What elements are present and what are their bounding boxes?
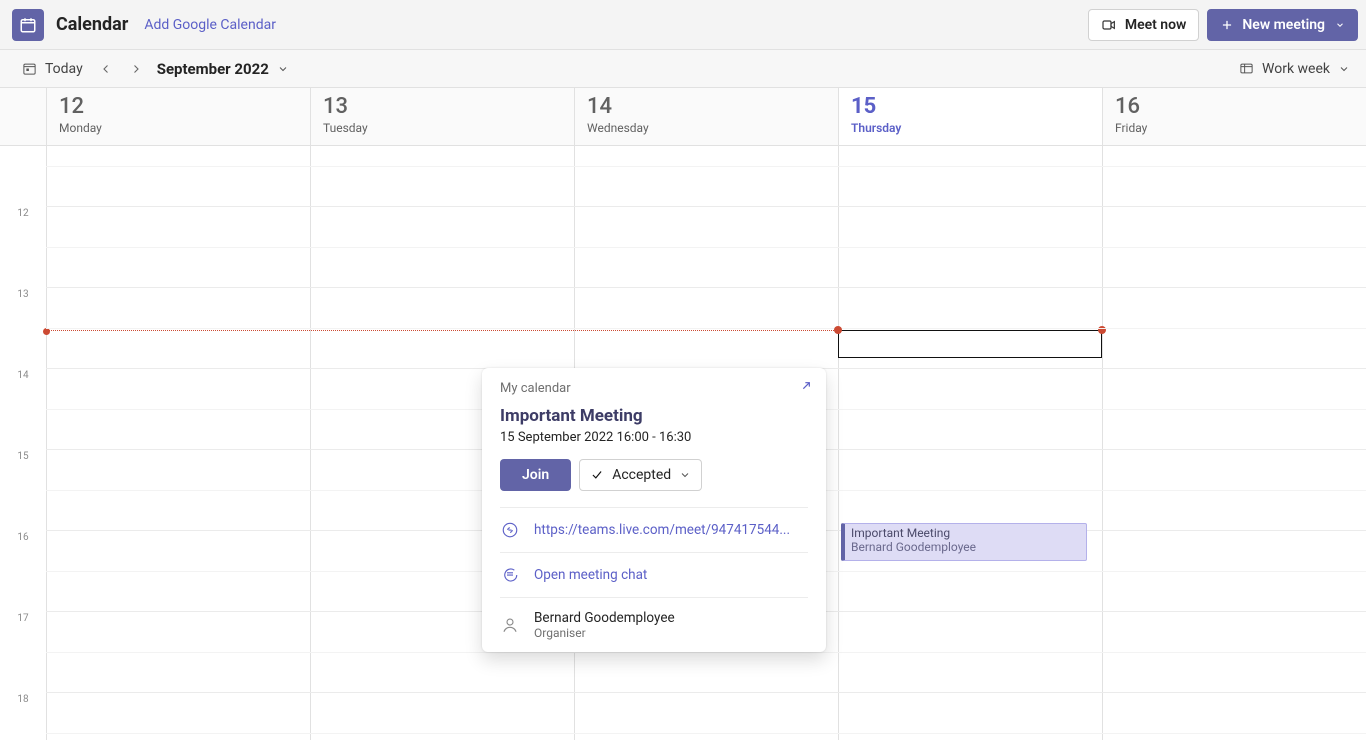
today-button[interactable]: Today	[22, 61, 83, 77]
chat-icon	[500, 565, 520, 585]
day-name: Thursday	[851, 121, 1102, 135]
day-number: 16	[1115, 94, 1366, 120]
open-chat-row[interactable]: Open meeting chat	[482, 553, 826, 597]
meet-now-label: Meet now	[1125, 17, 1187, 33]
new-meeting-button[interactable]: New meeting	[1207, 9, 1358, 41]
event-title: Important Meeting	[851, 526, 1080, 540]
view-label: Work week	[1262, 61, 1330, 77]
app-title: Calendar	[56, 14, 128, 35]
new-meeting-label: New meeting	[1242, 17, 1325, 33]
current-time-indicator	[46, 330, 838, 331]
month-picker[interactable]: September 2022	[157, 60, 289, 78]
rsvp-label: Accepted	[612, 467, 671, 483]
next-week-button[interactable]	[121, 54, 151, 84]
hour-label: 14	[0, 370, 46, 381]
calendar-app-icon	[12, 9, 44, 41]
day-headers: 12 Monday 13 Tuesday 14 Wednesday 15 Thu…	[0, 88, 1366, 146]
organiser-name: Bernard Goodemployee	[534, 610, 675, 626]
day-header[interactable]: 13 Tuesday	[310, 88, 574, 145]
rsvp-dropdown[interactable]: Accepted	[579, 459, 702, 491]
day-name: Monday	[59, 121, 310, 135]
chevron-down-icon	[277, 63, 289, 75]
day-number: 13	[323, 94, 574, 120]
day-number: 14	[587, 94, 838, 120]
hour-label: 17	[0, 613, 46, 624]
person-icon	[500, 615, 520, 635]
day-number: 15	[851, 94, 1102, 120]
today-label: Today	[45, 61, 83, 77]
day-header-today[interactable]: 15 Thursday	[838, 88, 1102, 145]
prev-week-button[interactable]	[91, 54, 121, 84]
event-calendar-name: My calendar	[500, 381, 571, 396]
month-label: September 2022	[157, 60, 269, 78]
meeting-link-row[interactable]: https://teams.live.com/meet/947417544...	[482, 508, 826, 552]
day-number: 12	[59, 94, 310, 120]
top-bar: Calendar Add Google Calendar Meet now Ne…	[0, 0, 1366, 50]
current-time-slot	[838, 330, 1102, 358]
hour-label: 13	[0, 289, 46, 300]
day-name: Tuesday	[323, 121, 574, 135]
calendar-today-icon	[22, 61, 37, 76]
event-organiser: Bernard Goodemployee	[851, 540, 1080, 554]
day-name: Wednesday	[587, 121, 838, 135]
check-icon	[590, 468, 604, 482]
hour-label: 18	[0, 694, 46, 705]
video-icon	[1101, 17, 1117, 33]
chevron-down-icon	[679, 469, 691, 481]
view-switcher[interactable]: Work week	[1239, 61, 1350, 77]
popover-when: 15 September 2022 16:00 - 16:30	[482, 430, 826, 459]
open-chat-label: Open meeting chat	[534, 567, 647, 583]
hour-label: 12	[0, 208, 46, 219]
organiser-role: Organiser	[534, 626, 675, 640]
organiser-row[interactable]: Bernard Goodemployee Organiser	[482, 598, 826, 652]
time-gutter: 1213141516171819	[0, 146, 46, 740]
calendar-toolbar: Today September 2022 Work week	[0, 50, 1366, 88]
chevron-down-icon	[1338, 63, 1350, 75]
day-header[interactable]: 12 Monday	[46, 88, 310, 145]
hour-label: 15	[0, 451, 46, 462]
add-google-calendar-link[interactable]: Add Google Calendar	[144, 17, 276, 33]
plus-icon	[1220, 18, 1234, 32]
hour-label: 16	[0, 532, 46, 543]
day-header[interactable]: 14 Wednesday	[574, 88, 838, 145]
expand-button[interactable]	[796, 380, 812, 396]
day-name: Friday	[1115, 121, 1366, 135]
calendar-event[interactable]: Important Meeting Bernard Goodemployee	[841, 523, 1087, 561]
link-icon	[500, 520, 520, 540]
event-details-popover: My calendar Important Meeting 15 Septemb…	[482, 368, 826, 652]
meet-now-button[interactable]: Meet now	[1088, 9, 1200, 41]
chevron-down-icon	[1335, 20, 1345, 30]
meeting-link[interactable]: https://teams.live.com/meet/947417544...	[534, 522, 790, 538]
day-header[interactable]: 16 Friday	[1102, 88, 1366, 145]
popover-title: Important Meeting	[482, 402, 826, 430]
calendar-grid[interactable]: 12 Monday 13 Tuesday 14 Wednesday 15 Thu…	[0, 88, 1366, 740]
week-view-icon	[1239, 61, 1254, 76]
join-button[interactable]: Join	[500, 459, 571, 491]
